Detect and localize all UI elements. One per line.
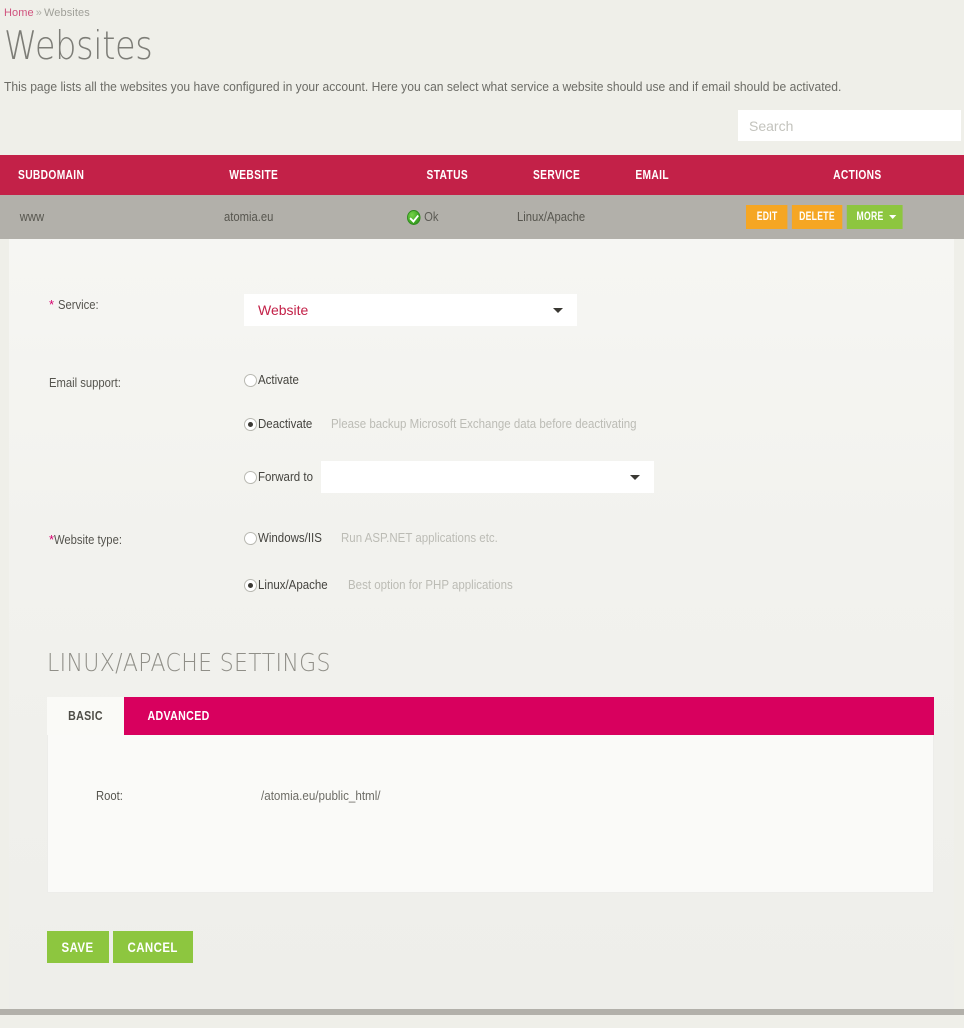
table-row[interactable]: www atomia.eu Ok Linux/Apache EDIT DELET… bbox=[0, 195, 964, 239]
delete-button[interactable]: DELETE bbox=[791, 205, 843, 229]
website-type-label: *Website type: bbox=[49, 531, 244, 547]
root-label: Root: bbox=[96, 789, 123, 803]
delete-button-label: DELETE bbox=[799, 209, 836, 223]
service-label-text: Service: bbox=[57, 298, 99, 312]
windows-iis-hint: Run ASP.NET applications etc. bbox=[341, 531, 499, 545]
radio-windows-iis[interactable] bbox=[244, 531, 257, 545]
root-row: Root: /atomia.eu/public_html/ bbox=[96, 789, 933, 803]
email-option-deactivate[interactable]: Deactivate Please backup Microsoft Excha… bbox=[244, 417, 663, 431]
radio-deactivate[interactable] bbox=[244, 417, 257, 431]
required-marker: * bbox=[49, 297, 55, 312]
website-type-options: Windows/IIS Run ASP.NET applications etc… bbox=[244, 531, 527, 592]
cell-actions: EDIT DELETE MORE bbox=[746, 205, 942, 229]
table-header-row: SUBDOMAIN WEBSITE STATUS SERVICE EMAIL A… bbox=[0, 155, 964, 195]
settings-section-title: LINUX/APACHE SETTINGS bbox=[47, 648, 331, 677]
deactivate-hint: Please backup Microsoft Exchange data be… bbox=[331, 417, 637, 431]
search-row bbox=[0, 110, 964, 141]
email-option-activate[interactable]: Activate bbox=[244, 373, 663, 387]
settings-tabs: BASIC ADVANCED bbox=[47, 697, 934, 735]
page-title: Websites bbox=[4, 24, 153, 69]
websites-table: SUBDOMAIN WEBSITE STATUS SERVICE EMAIL A… bbox=[0, 155, 964, 239]
column-header-service: SERVICE bbox=[533, 168, 581, 182]
more-button[interactable]: MORE bbox=[846, 205, 903, 229]
website-settings-panel: * Service: Website Email support: Activa… bbox=[9, 239, 954, 1009]
tab-advanced-label: ADVANCED bbox=[147, 709, 210, 723]
cell-status: Ok bbox=[407, 209, 497, 225]
column-header-subdomain: SUBDOMAIN bbox=[18, 168, 85, 182]
website-type-label-text: Website type: bbox=[54, 533, 123, 547]
radio-activate[interactable] bbox=[244, 373, 257, 387]
page-description: This page lists all the websites you hav… bbox=[4, 79, 842, 94]
chevron-down-icon bbox=[629, 475, 640, 480]
breadcrumb-current: Websites bbox=[43, 7, 90, 19]
tab-basic[interactable]: BASIC bbox=[47, 697, 124, 735]
service-row: * Service: Website bbox=[9, 294, 954, 326]
service-select[interactable]: Website bbox=[244, 294, 577, 326]
cell-website: atomia.eu bbox=[223, 210, 274, 224]
tab-advanced[interactable]: ADVANCED bbox=[124, 697, 233, 735]
website-type-option-windows[interactable]: Windows/IIS Run ASP.NET applications etc… bbox=[244, 531, 527, 545]
radio-linux-apache-label: Linux/Apache bbox=[258, 578, 328, 592]
column-header-status: STATUS bbox=[426, 168, 469, 182]
email-support-options: Activate Deactivate Please backup Micros… bbox=[244, 373, 663, 531]
radio-windows-iis-label: Windows/IIS bbox=[258, 531, 322, 545]
website-type-row: *Website type: Windows/IIS Run ASP.NET a… bbox=[9, 531, 954, 592]
column-header-actions: ACTIONS bbox=[833, 168, 882, 182]
cancel-button[interactable]: CANCEL bbox=[113, 931, 193, 963]
email-support-label-text: Email support: bbox=[49, 376, 121, 390]
radio-forward-to[interactable] bbox=[244, 470, 257, 484]
search-input[interactable] bbox=[738, 110, 961, 141]
root-value: /atomia.eu/public_html/ bbox=[261, 789, 381, 803]
save-button-label: SAVE bbox=[61, 939, 95, 955]
breadcrumb: Home» Websites bbox=[0, 0, 964, 19]
radio-forward-to-label: Forward to bbox=[258, 470, 313, 484]
chevron-down-icon bbox=[553, 308, 563, 313]
email-support-row: Email support: Activate Deactivate Pleas… bbox=[9, 373, 954, 531]
edit-button-label: EDIT bbox=[756, 209, 778, 223]
breadcrumb-separator: » bbox=[35, 7, 42, 19]
edit-button[interactable]: EDIT bbox=[746, 205, 788, 229]
more-button-label: MORE bbox=[856, 209, 884, 223]
cancel-button-label: CANCEL bbox=[127, 939, 179, 955]
form-actions: SAVE CANCEL bbox=[47, 931, 954, 963]
cell-subdomain: www bbox=[19, 210, 45, 224]
service-select-value: Website bbox=[258, 302, 309, 318]
column-header-email: EMAIL bbox=[635, 168, 669, 182]
radio-linux-apache[interactable] bbox=[244, 578, 257, 592]
green-check-icon bbox=[407, 209, 421, 225]
save-button[interactable]: SAVE bbox=[47, 931, 109, 963]
email-support-label: Email support: bbox=[49, 373, 244, 390]
column-header-website: WEBSITE bbox=[229, 168, 279, 182]
tab-basic-label: BASIC bbox=[68, 709, 103, 723]
breadcrumb-home-link[interactable]: Home bbox=[4, 7, 34, 19]
status-badge: Ok bbox=[424, 210, 439, 224]
radio-activate-label: Activate bbox=[258, 373, 299, 387]
radio-deactivate-label: Deactivate bbox=[258, 417, 313, 431]
website-type-option-linux[interactable]: Linux/Apache Best option for PHP applica… bbox=[244, 578, 527, 592]
cell-service: Linux/Apache bbox=[516, 210, 586, 224]
chevron-down-icon bbox=[889, 214, 897, 219]
forward-to-select[interactable] bbox=[320, 461, 654, 493]
panel-bottom-bar bbox=[0, 1009, 964, 1015]
linux-apache-hint: Best option for PHP applications bbox=[347, 578, 513, 592]
tab-panel-basic: Root: /atomia.eu/public_html/ bbox=[47, 735, 934, 893]
email-option-forward[interactable]: Forward to bbox=[244, 461, 663, 493]
service-label: * Service: bbox=[49, 294, 244, 312]
